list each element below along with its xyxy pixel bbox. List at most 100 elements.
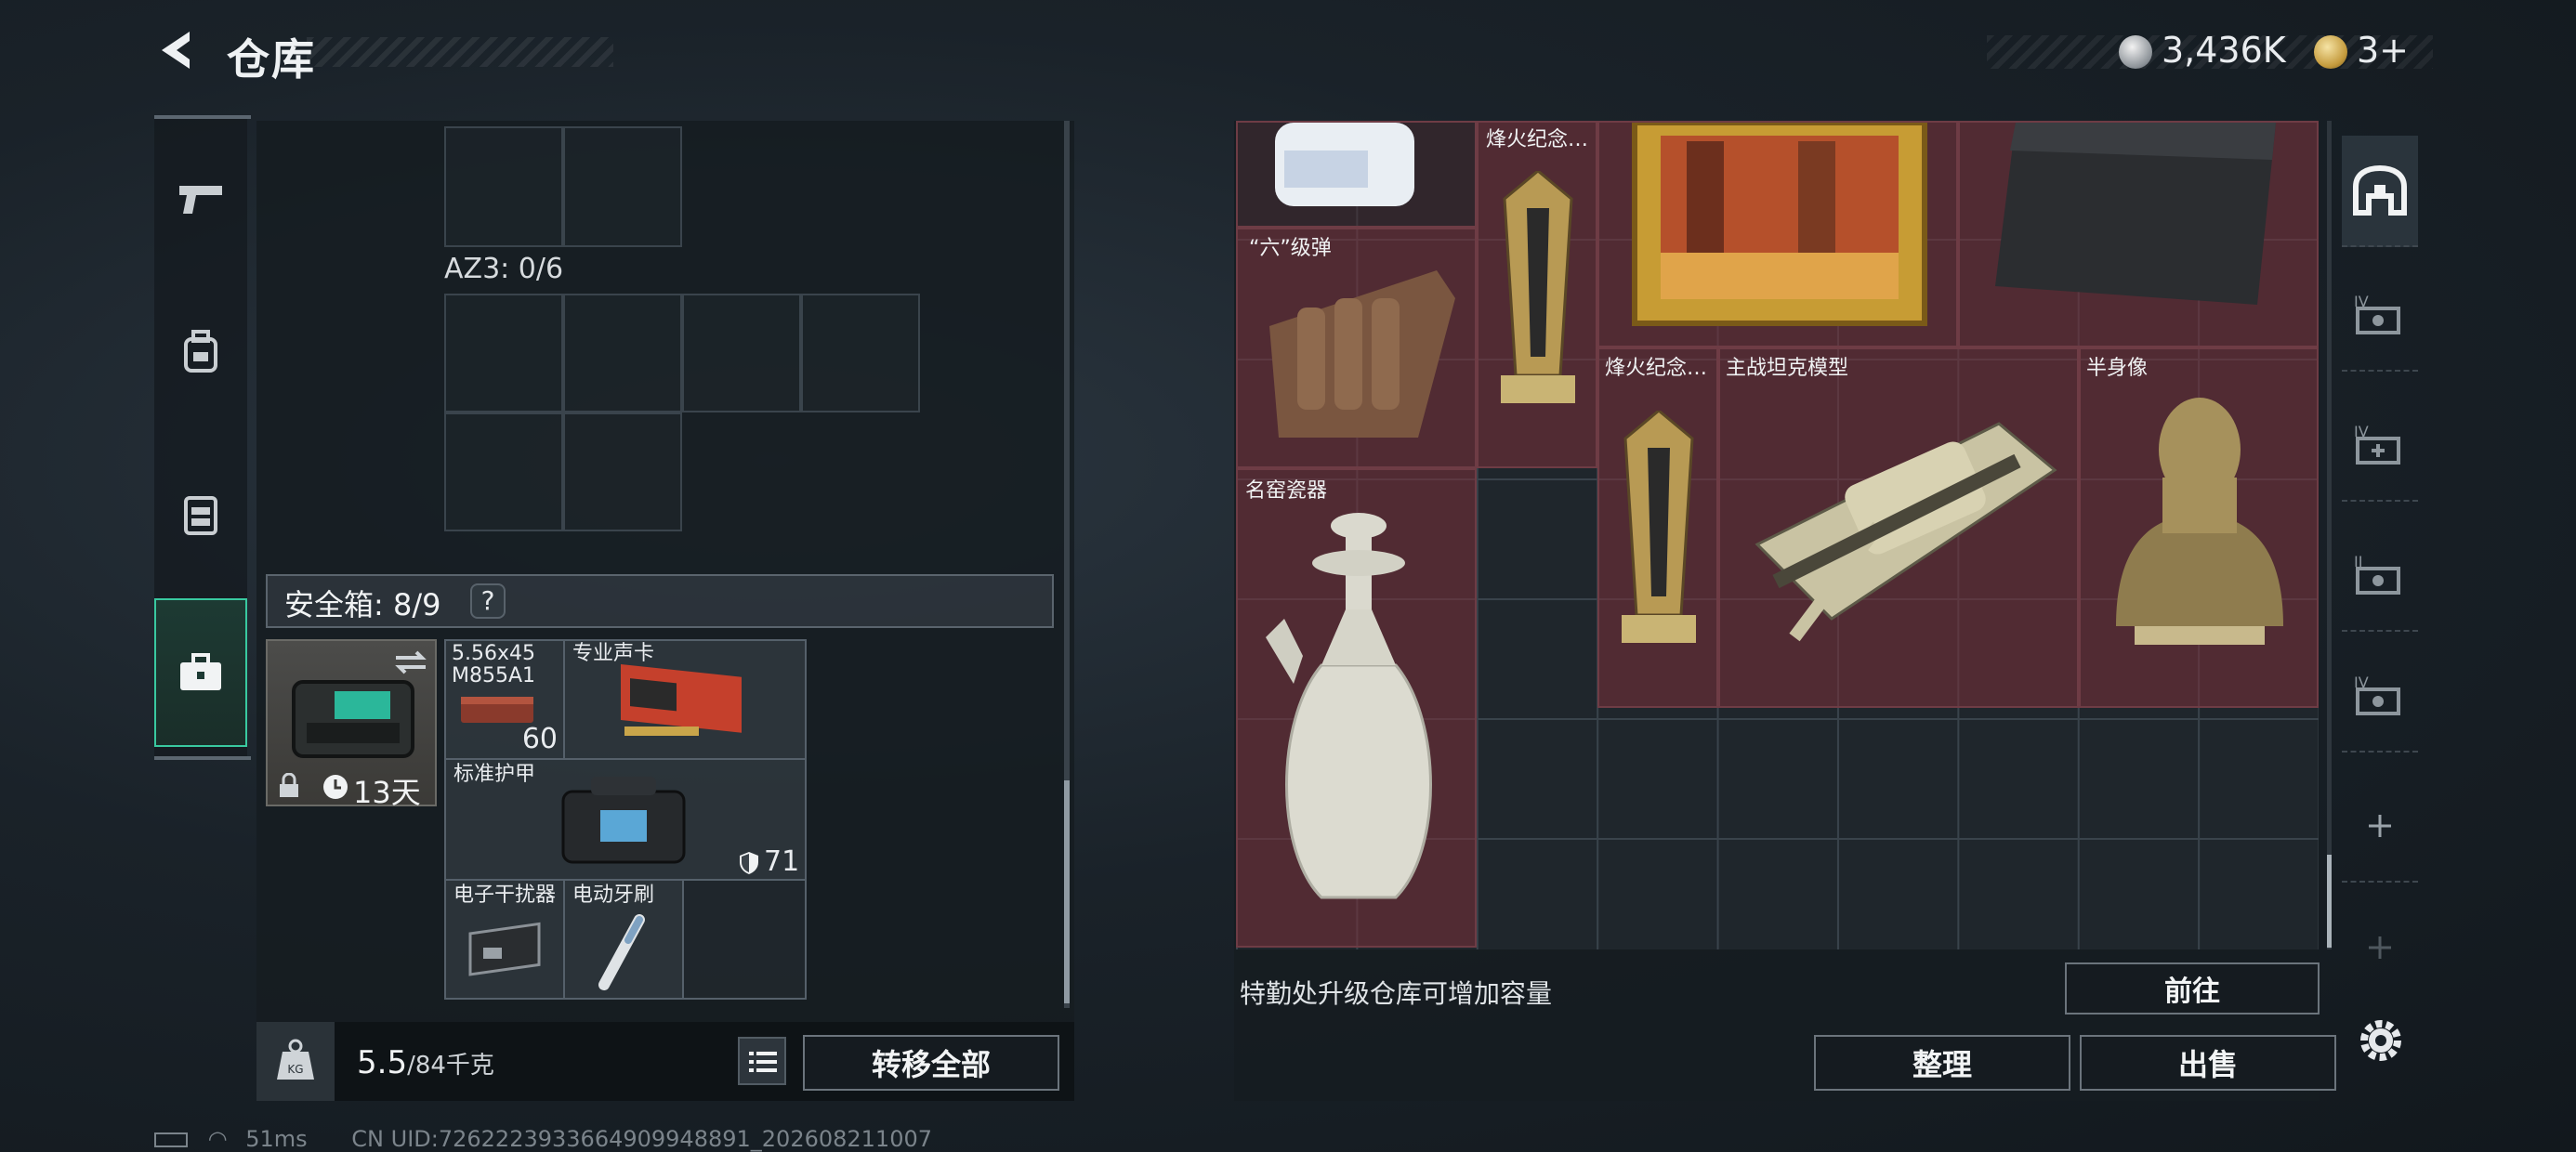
az3-slot[interactable]: [444, 294, 563, 412]
grid-slot[interactable]: [444, 126, 563, 247]
jammer-item[interactable]: 电子干扰器: [444, 879, 565, 1000]
warehouse-icon: [2353, 164, 2407, 216]
soundcard-item[interactable]: 专业声卡: [563, 639, 807, 760]
clock-icon: [323, 775, 348, 799]
ammo-hand-icon: [1269, 270, 1455, 438]
soundcard-icon: [621, 664, 742, 736]
tab-backpack[interactable]: [154, 278, 247, 426]
wifi-icon: ◠: [207, 1126, 228, 1152]
ping-value: 51ms: [245, 1126, 308, 1152]
az3-slot[interactable]: [682, 294, 801, 412]
add-container-button[interactable]: [2342, 771, 2418, 883]
swap-icon[interactable]: [392, 648, 429, 676]
warehouse-tab-bar: IV IV II IV: [2342, 121, 2418, 1087]
carbon-plate-icon: [1995, 123, 2276, 305]
inventory-scroll-thumb[interactable]: [1064, 780, 1070, 1003]
az3-slot[interactable]: [563, 412, 682, 531]
ammo-item[interactable]: 5.56x45 M855A1 60: [444, 639, 565, 760]
az3-label: AZ3: 0/6: [444, 253, 564, 285]
back-icon[interactable]: [156, 28, 201, 72]
painting-item[interactable]: [1597, 121, 1958, 347]
grade-six-ammo-item[interactable]: “六”级弹: [1236, 228, 1477, 468]
help-button[interactable]: ?: [470, 583, 506, 619]
tank-icon: [1755, 422, 2057, 642]
shield-icon: [740, 852, 758, 874]
battery-icon: [154, 1132, 188, 1147]
container-iv-icon-2: IV: [2354, 674, 2400, 715]
weight-icon-box: KG: [256, 1022, 335, 1101]
toothbrush-icon: [598, 914, 645, 990]
list-view-button[interactable]: [738, 1037, 786, 1085]
carbon-plate-item[interactable]: [1958, 121, 2319, 347]
tab-container-4[interactable]: IV: [2342, 641, 2418, 753]
warehouse-scrollbar[interactable]: [2327, 121, 2332, 949]
az3-slot[interactable]: [444, 412, 563, 531]
tab-container-2[interactable]: IV: [2342, 390, 2418, 502]
beacon-item-2[interactable]: 烽火纪念…: [1597, 347, 1718, 708]
gold-coin-icon: [2314, 35, 2347, 69]
warehouse-scroll-thumb[interactable]: [2327, 855, 2332, 948]
goto-button[interactable]: 前往: [2065, 962, 2320, 1015]
svg-text:KG: KG: [287, 1063, 303, 1076]
toothbrush-name: 电动牙刷: [572, 884, 655, 907]
tabbar-top-line: [154, 115, 251, 119]
safebox-item[interactable]: 13天: [266, 639, 437, 810]
add-container-button-disabled[interactable]: [2342, 892, 2418, 1003]
list-icon: [749, 1052, 777, 1072]
grid-slot[interactable]: [563, 126, 682, 247]
vase-icon: [1266, 513, 1432, 899]
transfer-all-button[interactable]: 转移全部: [803, 1035, 1059, 1091]
tab-container-3[interactable]: II: [2342, 520, 2418, 632]
currency-amount[interactable]: 3,436K: [2162, 30, 2286, 71]
armor-item[interactable]: 标准护甲 71: [444, 758, 807, 881]
tab-safebox[interactable]: [154, 598, 247, 747]
lock-icon: [280, 773, 298, 797]
title-stripe: [307, 37, 613, 67]
trophy-icon-2: [1622, 411, 1696, 643]
container-ii-icon: II: [2354, 553, 2400, 595]
uid-text: CN UID:7262223933664909948891_2026082110…: [351, 1126, 933, 1152]
bust-item[interactable]: 半身像: [2079, 347, 2319, 708]
tank-model-name: 主战坦克模型: [1726, 357, 1849, 380]
medical-container-icon: IV: [2354, 423, 2400, 465]
safebox-case-icon: [292, 680, 414, 758]
left-tab-bar: [154, 115, 247, 760]
upgrade-hint: 特勤处升级仓库可增加容量: [1240, 978, 1553, 1009]
toothbrush-item[interactable]: 电动牙刷: [563, 879, 684, 1000]
tab-warehouse-main[interactable]: [2342, 136, 2418, 247]
tank-model-item[interactable]: 主战坦克模型: [1718, 347, 2079, 708]
weight-icon: KG: [277, 1039, 314, 1080]
armor-durability: 71: [764, 845, 800, 878]
tab-vest[interactable]: [154, 440, 247, 589]
premium-amount[interactable]: 3+: [2357, 30, 2409, 71]
jammer-name: 电子干扰器: [453, 884, 557, 907]
porcelain-vase-item[interactable]: 名窑瓷器: [1236, 468, 1477, 948]
backpack-icon: [184, 330, 217, 373]
beacon-item-1[interactable]: 烽火纪念…: [1477, 121, 1597, 468]
settings-gear-icon[interactable]: [2355, 1015, 2407, 1067]
weight-display: 5.5/84千克: [357, 1044, 494, 1081]
jammer-icon: [468, 922, 541, 976]
ammo-name: 5.56x45 M855A1: [452, 642, 536, 687]
armor-name: 标准护甲: [453, 763, 536, 786]
az3-slot[interactable]: [801, 294, 920, 412]
organize-button[interactable]: 整理: [1814, 1035, 2070, 1091]
beacon-name-1: 烽火纪念…: [1486, 128, 1589, 151]
plus-icon-disabled: [2369, 936, 2391, 959]
status-bar: ◠ 51ms CN UID:7262223933664909948891_202…: [154, 1126, 932, 1152]
armor-vest-icon: [561, 777, 686, 864]
tab-container-1[interactable]: IV: [2342, 260, 2418, 372]
bottle-icon: [1275, 123, 1414, 206]
briefcase-icon: [180, 653, 221, 690]
page-title: 仓库: [227, 34, 316, 85]
weight-max: /84千克: [407, 1052, 494, 1080]
safebox-label: 安全箱: 8/9: [284, 587, 441, 622]
safebox-empty-slot[interactable]: [682, 879, 807, 1000]
painting-icon: [1632, 123, 1927, 326]
tab-weapon[interactable]: [154, 124, 247, 273]
az3-slot[interactable]: [563, 294, 682, 412]
bottle-item[interactable]: [1236, 121, 1477, 228]
pistol-icon: [179, 186, 222, 214]
vest-icon: [184, 496, 217, 535]
sell-button[interactable]: 出售: [2080, 1035, 2336, 1091]
